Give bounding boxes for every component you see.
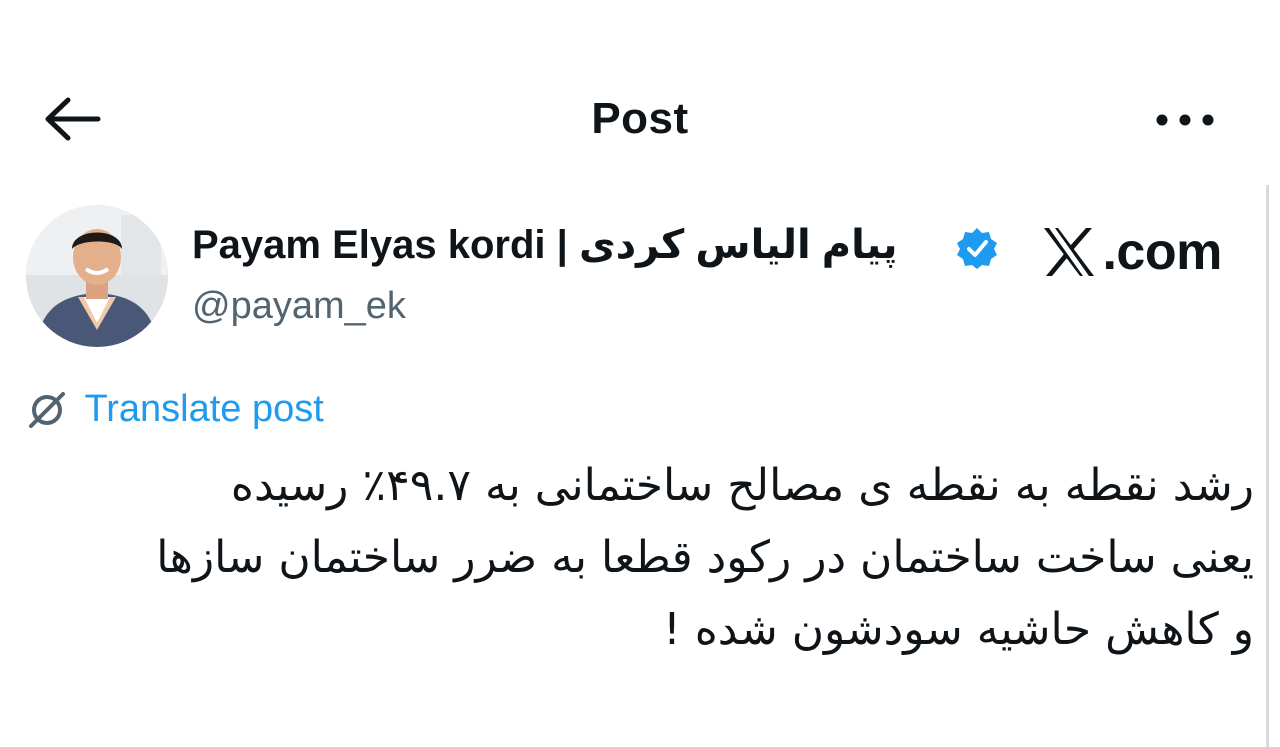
- avatar[interactable]: [26, 205, 168, 347]
- translate-post-link[interactable]: Translate post: [26, 388, 324, 432]
- brand-text: .com: [1102, 223, 1222, 281]
- avatar-photo: [26, 205, 168, 347]
- brand-watermark: .com: [1040, 222, 1222, 286]
- author-name[interactable]: Payam Elyas kordi | پیام الیاس کردی: [192, 222, 897, 268]
- translate-icon: [29, 391, 65, 428]
- divider: [1266, 185, 1269, 747]
- top-bar: Post: [0, 70, 1280, 170]
- more-options-button[interactable]: [1150, 100, 1220, 140]
- post-text-line: یعنی ساخت ساختمان در رکود قطعا به ضرر سا…: [156, 532, 1254, 583]
- x-logo-icon: [1044, 228, 1094, 276]
- ellipsis-icon: [1156, 114, 1214, 126]
- post-text: رشد نقطه به نقطه ی مصالح ساختمانی به ۴۹.…: [40, 450, 1254, 666]
- verified-badge-icon: [957, 228, 997, 269]
- translate-label: Translate post: [84, 388, 324, 430]
- post-text-line: و کاهش حاشیه سودشون شده !: [663, 604, 1254, 655]
- post-text-line: رشد نقطه به نقطه ی مصالح ساختمانی به ۴۹.…: [230, 460, 1254, 511]
- page-title: Post: [591, 94, 689, 143]
- author-handle[interactable]: @payam_ek: [192, 285, 406, 328]
- post-page: Post Payam Elyas kordi | پیام الیاس کردی: [0, 0, 1280, 747]
